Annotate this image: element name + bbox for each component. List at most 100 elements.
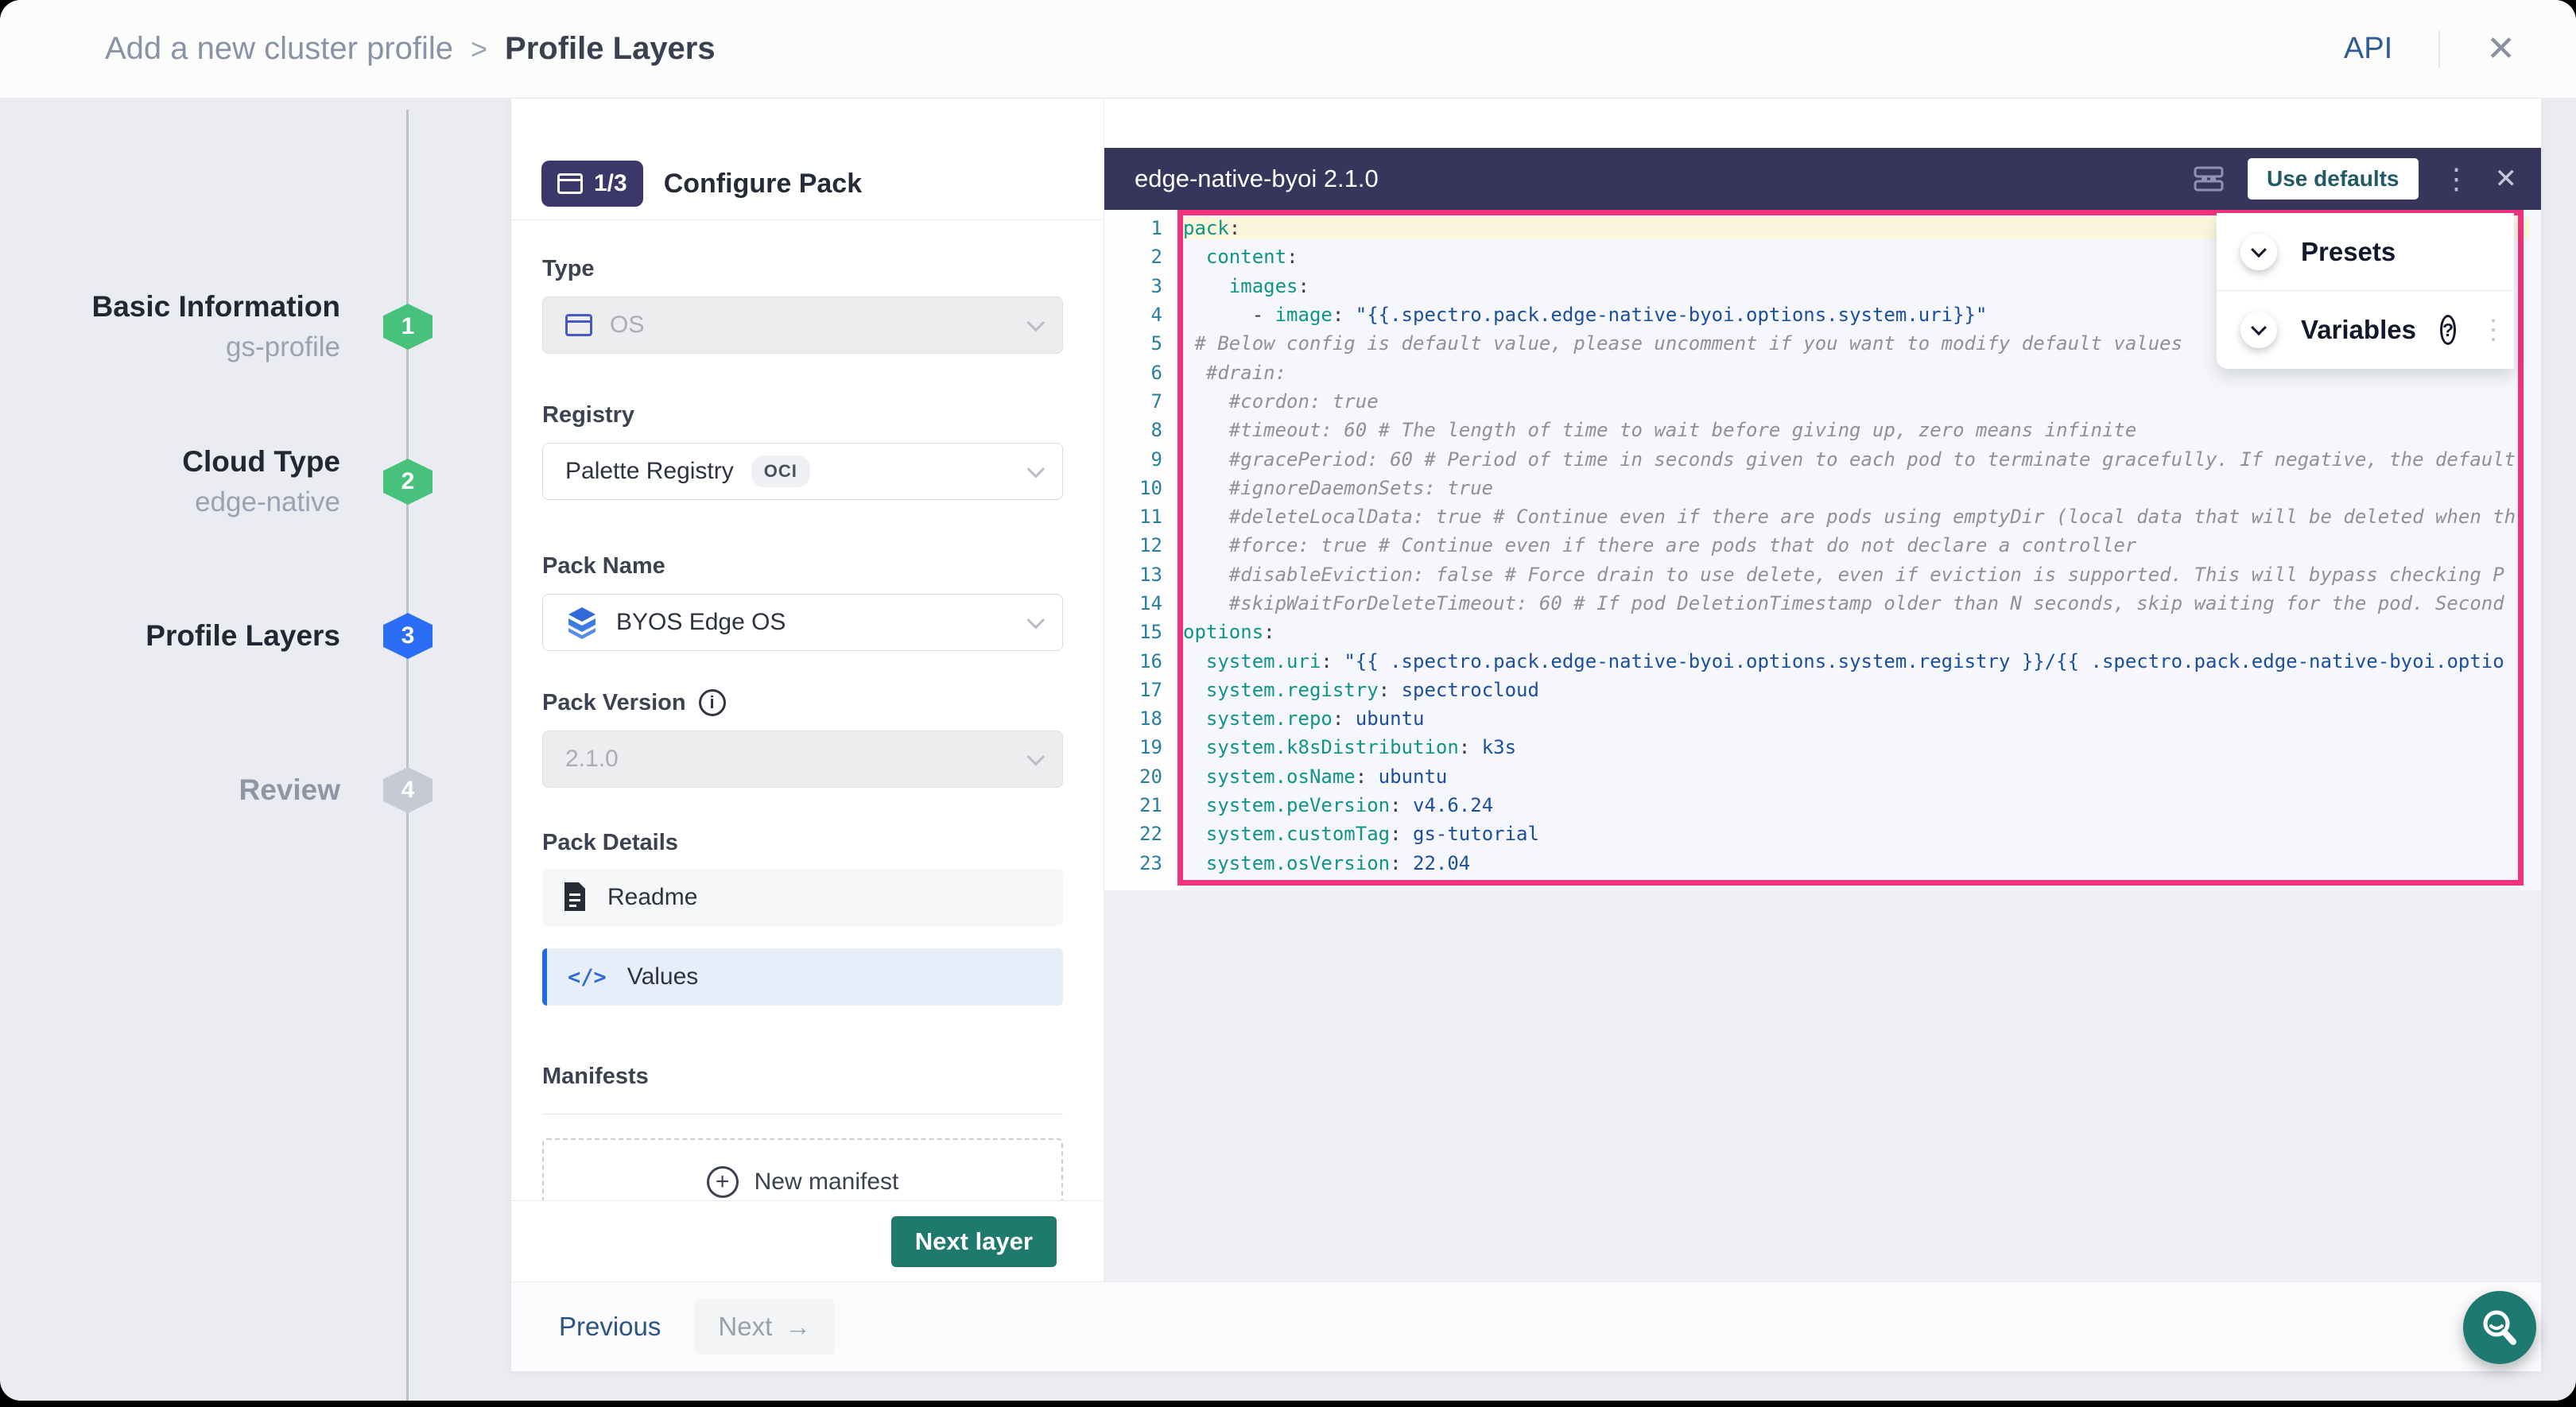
- code-text: system.k8sDistribution: k3s: [1183, 736, 2530, 758]
- search-icon: [2479, 1307, 2520, 1348]
- code-text: system.customTag: gs-tutorial: [1183, 823, 2530, 845]
- info-icon[interactable]: i: [699, 689, 726, 716]
- breadcrumb-parent[interactable]: Add a new cluster profile: [105, 31, 453, 67]
- diff-view-icon[interactable]: [2194, 166, 2224, 192]
- line-number: 23: [1104, 852, 1183, 874]
- line-number: 19: [1104, 736, 1183, 758]
- code-line: 7 #cordon: true: [1104, 387, 2530, 416]
- variables-row[interactable]: Variables ? ⋮: [2217, 291, 2514, 369]
- line-number: 7: [1104, 390, 1183, 413]
- registry-select[interactable]: Palette Registry OCI: [542, 443, 1063, 500]
- editor-title: edge-native-byoi 2.1.0: [1135, 165, 1379, 193]
- pack-name-value: BYOS Edge OS: [616, 609, 786, 636]
- help-icon[interactable]: ?: [2440, 315, 2456, 345]
- registry-value: Palette Registry: [565, 458, 734, 485]
- line-number: 4: [1104, 304, 1183, 326]
- step-text: Profile Layers: [145, 619, 340, 653]
- more-options-icon[interactable]: ⋮: [2442, 165, 2471, 193]
- step-indicator: 1: [383, 304, 433, 350]
- code-text: system.peVersion: v4.6.24: [1183, 794, 2530, 816]
- close-icon[interactable]: ✕: [2486, 32, 2516, 67]
- editor-actions: Use defaults ⋮ ✕: [2194, 158, 2517, 200]
- chevron-down-icon: [1027, 748, 1046, 766]
- line-number: 3: [1104, 275, 1183, 297]
- values-label: Values: [627, 963, 699, 990]
- code-line: 13 #disableEviction: false # Force drain…: [1104, 560, 2530, 589]
- line-number: 11: [1104, 506, 1183, 528]
- next-layer-button[interactable]: Next layer: [891, 1216, 1057, 1267]
- type-select[interactable]: OS: [542, 297, 1063, 354]
- code-text: options:: [1183, 621, 2530, 643]
- app-window: Add a new cluster profile > Profile Laye…: [0, 0, 2576, 1401]
- editor-content: 1pack:2 content:3 images:4 - image: "{{.…: [1104, 210, 2541, 1281]
- code-line: 21 system.peVersion: v4.6.24: [1104, 791, 2530, 820]
- step-indicator: 2: [383, 459, 433, 505]
- api-link[interactable]: API: [2344, 32, 2392, 66]
- editor-close-icon[interactable]: ✕: [2495, 165, 2518, 192]
- line-number: 22: [1104, 823, 1183, 845]
- pack-icon: [557, 173, 583, 194]
- code-line: 20 system.osName: ubuntu: [1104, 762, 2530, 791]
- code-text: #deleteLocalData: true # Continue even i…: [1183, 506, 2530, 528]
- pack-version-value: 2.1.0: [565, 746, 619, 773]
- presets-row[interactable]: Presets: [2217, 213, 2514, 291]
- line-number: 16: [1104, 650, 1183, 672]
- type-value: OS: [610, 312, 644, 339]
- presets-expand-icon[interactable]: [2240, 234, 2277, 270]
- search-fab[interactable]: [2463, 1291, 2536, 1364]
- code-line: 8 #timeout: 60 # The length of time to w…: [1104, 416, 2530, 444]
- os-type-icon: [565, 314, 592, 336]
- topbar-actions: API ✕: [2344, 31, 2516, 68]
- step-indicator: 4: [383, 767, 433, 813]
- variables-expand-icon[interactable]: [2240, 312, 2277, 348]
- line-number: 6: [1104, 362, 1183, 384]
- line-number: 5: [1104, 332, 1183, 355]
- code-line: 16 system.uri: "{{ .spectro.pack.edge-na…: [1104, 646, 2530, 675]
- arrow-right-icon: →: [785, 1312, 811, 1342]
- breadcrumb-current: Profile Layers: [505, 31, 716, 67]
- configure-pack-header: 1/3 Configure Pack: [511, 148, 1104, 220]
- code-line: 23 system.osVersion: 22.04: [1104, 849, 2530, 878]
- document-icon: [563, 882, 587, 913]
- pack-version-select[interactable]: 2.1.0: [542, 731, 1063, 788]
- chevron-down-icon: [1027, 611, 1046, 630]
- code-line: 15options:: [1104, 618, 2530, 646]
- previous-button[interactable]: Previous: [559, 1312, 661, 1342]
- pack-step-count: 1/3: [594, 170, 627, 197]
- code-text: #force: true # Continue even if there ar…: [1183, 534, 2530, 556]
- topbar-divider: [2438, 31, 2440, 68]
- pack-name-select[interactable]: BYOS Edge OS: [542, 594, 1063, 651]
- code-text: system.osName: ubuntu: [1183, 766, 2530, 788]
- code-text: system.repo: ubuntu: [1183, 707, 2530, 730]
- step-connector-line: [406, 110, 409, 1401]
- new-manifest-label: New manifest: [755, 1169, 899, 1196]
- code-line: 9 #gracePeriod: 60 # Period of time in s…: [1104, 444, 2530, 473]
- values-tab[interactable]: </> Values: [542, 948, 1063, 1006]
- readme-label: Readme: [607, 884, 697, 911]
- line-number: 8: [1104, 419, 1183, 441]
- configure-pack-title: Configure Pack: [664, 169, 862, 200]
- chevron-down-icon: [1027, 314, 1046, 332]
- line-number: 20: [1104, 766, 1183, 788]
- editor-header: edge-native-byoi 2.1.0 Use defaults ⋮ ✕: [1104, 148, 2541, 210]
- line-number: 18: [1104, 707, 1183, 730]
- pack-step-badge: 1/3: [541, 161, 643, 207]
- pack-version-label: Pack Version i: [542, 689, 1063, 716]
- use-defaults-button[interactable]: Use defaults: [2248, 158, 2419, 200]
- readme-tab[interactable]: Readme: [542, 869, 1063, 926]
- top-bar: Add a new cluster profile > Profile Laye…: [0, 0, 2576, 99]
- line-number: 14: [1104, 592, 1183, 614]
- variables-more-icon[interactable]: ⋮: [2480, 320, 2507, 339]
- line-number: 2: [1104, 246, 1183, 268]
- code-line: 18 system.repo: ubuntu: [1104, 704, 2530, 733]
- step-label: Review: [239, 773, 340, 807]
- code-line: 11 #deleteLocalData: true # Continue eve…: [1104, 502, 2530, 531]
- step-text: Review: [239, 773, 340, 807]
- step-label: Profile Layers: [145, 619, 340, 653]
- pack-name-label: Pack Name: [542, 552, 1063, 579]
- wizard-steps: Basic Informationgs-profile1Cloud Typeed…: [0, 99, 511, 1401]
- code-text: #disableEviction: false # Force drain to…: [1183, 564, 2530, 586]
- type-label: Type: [542, 255, 1063, 282]
- next-button[interactable]: Next →: [694, 1299, 835, 1355]
- step-sublabel: gs-profile: [92, 331, 341, 363]
